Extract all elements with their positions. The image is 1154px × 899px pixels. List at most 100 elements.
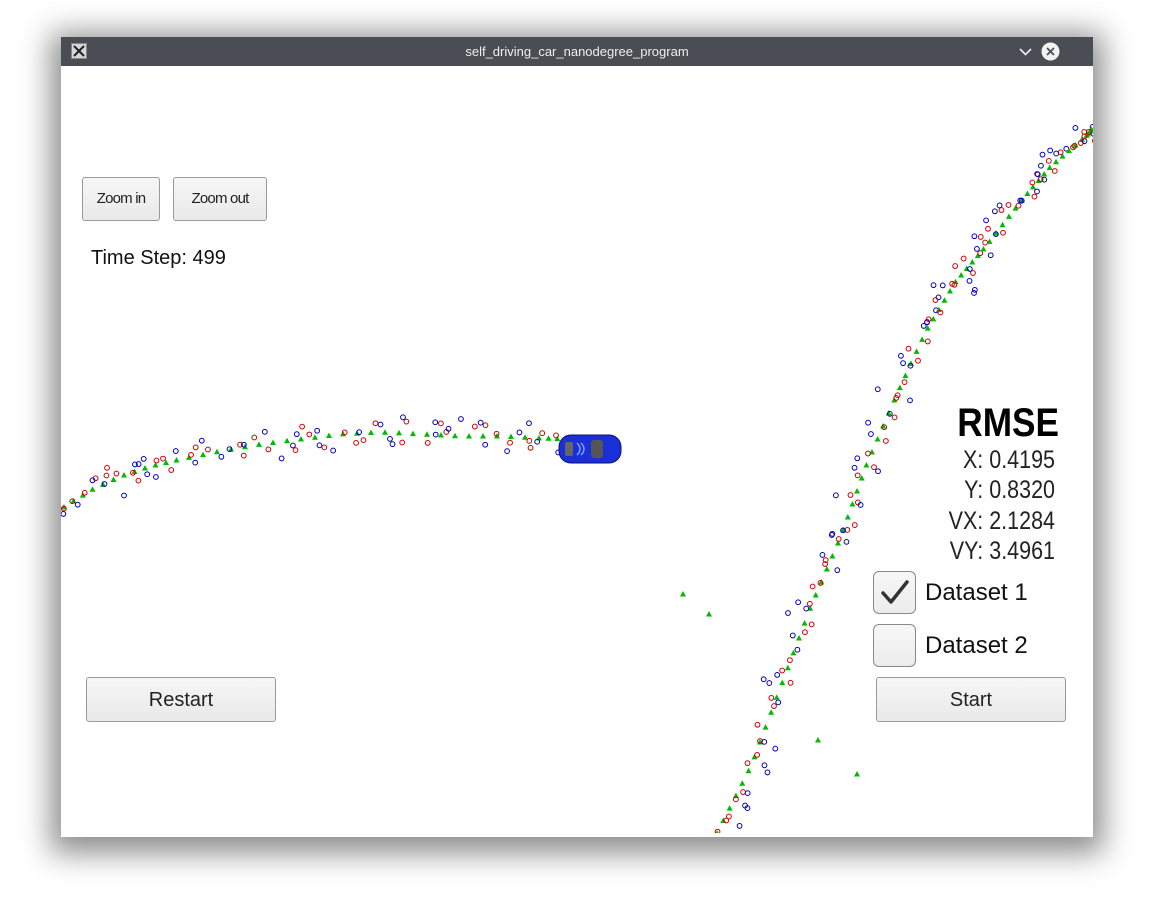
lidar-marker	[754, 721, 761, 728]
zoom-in-button[interactable]: Zoom in	[82, 177, 160, 221]
dataset-2-checkbox[interactable]	[873, 624, 916, 667]
estimate-marker	[214, 448, 220, 455]
close-icon[interactable]	[1041, 42, 1060, 61]
estimate-marker	[545, 435, 552, 441]
lidar-marker	[851, 522, 858, 528]
radar-marker	[907, 397, 913, 404]
lidar-marker	[527, 444, 534, 451]
estimate-marker	[466, 433, 472, 439]
lidar-marker	[924, 338, 931, 345]
radar-marker	[898, 352, 904, 359]
radar-marker	[983, 217, 989, 224]
estimate-marker	[298, 436, 304, 442]
lidar-marker	[768, 695, 775, 701]
restart-button[interactable]: Restart	[86, 677, 276, 722]
radar-marker	[772, 745, 779, 752]
radar-marker	[504, 448, 511, 455]
radar-marker	[834, 567, 841, 574]
radar-marker	[766, 680, 773, 686]
estimate-marker	[844, 514, 851, 520]
estimate-marker	[410, 430, 416, 437]
estimate-marker	[854, 771, 860, 777]
radar-marker	[761, 762, 768, 769]
radar-marker	[261, 428, 268, 435]
radar-marker	[516, 429, 523, 436]
estimate-marker	[368, 429, 374, 435]
lidar-marker	[168, 467, 175, 473]
lidar-marker	[754, 752, 761, 758]
radar-marker	[330, 447, 337, 454]
radar-marker	[389, 441, 396, 448]
lidar-marker	[482, 422, 489, 429]
estimate-marker	[919, 336, 926, 342]
lidar-marker	[891, 414, 898, 421]
radar-marker	[293, 431, 300, 438]
estimate-marker	[438, 432, 444, 438]
zoom-out-button[interactable]: Zoom out	[173, 177, 267, 221]
radar-marker	[789, 632, 796, 639]
radar-marker	[974, 245, 980, 252]
radar-marker	[874, 386, 881, 393]
lidar-marker	[787, 657, 793, 664]
lidar-marker	[725, 813, 732, 820]
estimate-marker	[801, 620, 808, 626]
estimate-marker	[745, 767, 752, 774]
lidar-marker	[952, 263, 959, 269]
lidar-marker	[539, 430, 546, 437]
title-bar[interactable]: self_driving_car_nanodegree_program	[61, 37, 1093, 66]
dataset-1-checkbox[interactable]	[873, 571, 916, 614]
radar-marker	[316, 442, 323, 449]
time-step-label: Time Step: 499	[91, 247, 226, 269]
lidar-marker	[188, 451, 194, 458]
lidar-marker	[153, 457, 160, 464]
radar-marker	[971, 233, 978, 240]
lidar-marker	[1051, 168, 1058, 174]
estimate-marker	[999, 221, 1006, 228]
lidar-marker	[321, 444, 328, 451]
radar-marker	[458, 416, 464, 422]
lidar-marker	[847, 492, 854, 498]
estimate-marker	[874, 436, 881, 442]
estimate-marker	[1053, 158, 1059, 165]
estimate-marker	[680, 591, 686, 597]
estimate-marker	[779, 679, 786, 686]
radar-marker	[795, 599, 802, 606]
estimate-marker	[1046, 164, 1053, 170]
estimate-marker	[815, 737, 821, 743]
estimate-marker	[818, 579, 825, 585]
radar-marker	[314, 427, 321, 434]
lidar-marker	[985, 225, 991, 232]
estimate-marker	[796, 635, 802, 641]
window-title: self_driving_car_nanodegree_program	[465, 44, 689, 59]
radar-marker	[192, 459, 199, 466]
estimate-marker	[312, 434, 318, 440]
simulator-canvas: Zoom in Zoom out Time Step: 499 RMSE X: …	[61, 66, 1093, 833]
lidar-marker	[787, 679, 794, 686]
radar-marker	[144, 471, 151, 478]
radar-marker	[278, 455, 285, 462]
lidar-marker	[806, 600, 813, 607]
car-icon	[558, 434, 622, 464]
lidar-marker	[104, 464, 110, 471]
lidar-marker	[835, 536, 842, 542]
radar-marker	[377, 421, 384, 428]
lidar-marker	[135, 477, 142, 484]
radar-marker	[121, 492, 127, 499]
lidar-marker	[1029, 179, 1036, 186]
app-window: self_driving_car_nanodegree_program Zoom…	[61, 37, 1093, 837]
estimate-marker	[142, 465, 148, 471]
estimate-marker	[110, 476, 117, 482]
radar-marker	[803, 605, 810, 612]
radar-marker	[482, 441, 489, 448]
radar-marker	[819, 552, 826, 558]
radar-marker	[218, 453, 225, 460]
lidar-marker	[802, 629, 808, 636]
radar-marker	[832, 492, 839, 499]
estimate-marker	[784, 664, 791, 671]
radar-marker	[153, 474, 159, 480]
radar-marker	[939, 282, 946, 289]
chevron-down-icon[interactable]	[1016, 42, 1035, 61]
estimate-marker	[768, 709, 775, 715]
start-button[interactable]: Start	[876, 677, 1066, 722]
estimate-marker	[739, 780, 746, 786]
